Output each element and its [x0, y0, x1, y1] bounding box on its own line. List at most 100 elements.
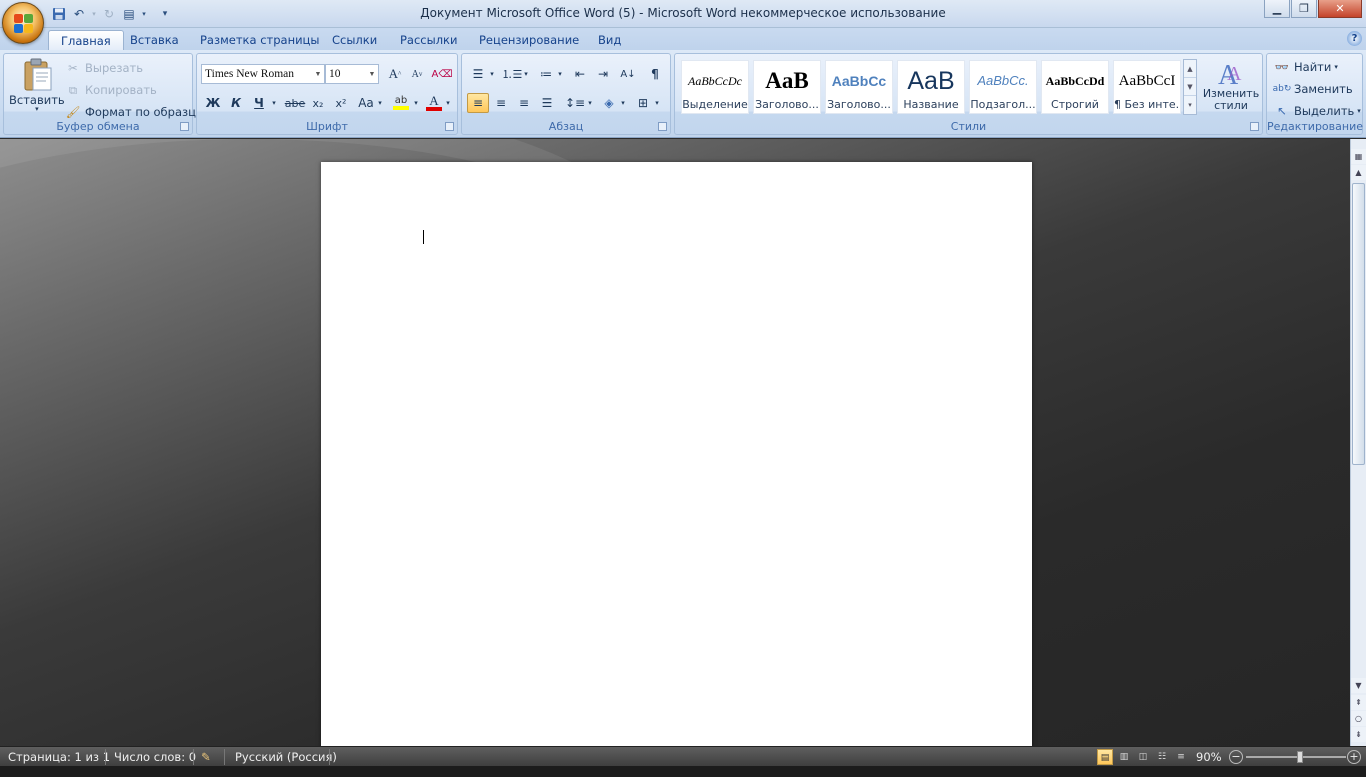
highlight-button[interactable]: ab [390, 93, 412, 113]
change-case-button[interactable]: Aa [355, 93, 377, 113]
decrease-indent-icon[interactable]: ⇤ [569, 64, 591, 84]
tab-home[interactable]: Главная [48, 30, 124, 50]
restore-icon[interactable]: ❐ [1291, 0, 1317, 18]
font-group: Times New Roman ▼ 10 ▼ A ^ Av A⌫ Ж К Ч ▾ … [196, 53, 458, 135]
word-count[interactable]: Число слов: 0 [114, 750, 196, 764]
zoom-slider[interactable] [1246, 751, 1346, 763]
underline-dropdown-icon[interactable]: ▾ [269, 93, 279, 113]
find-button[interactable]: 👓 Найти ▾ [1273, 58, 1338, 76]
browse-object-icon[interactable]: ○ [1351, 711, 1366, 726]
shading-icon[interactable]: ◈ [598, 93, 620, 113]
grow-font-button[interactable]: A ^ [384, 64, 406, 84]
numbering-icon[interactable]: ⒈☰ [501, 64, 523, 84]
style-title[interactable]: AaB Название [897, 60, 965, 114]
office-button[interactable] [2, 2, 44, 44]
style-emphasis[interactable]: AaBbCcDc Выделение [681, 60, 749, 114]
font-launcher-icon[interactable] [445, 122, 454, 131]
line-spacing-icon[interactable]: ↕≡ [564, 93, 586, 113]
paste-button[interactable]: Вставить ▾ [9, 58, 65, 113]
replace-button[interactable]: ab↻ Заменить [1273, 80, 1353, 98]
select-button[interactable]: ↖ Выделить ▾ [1273, 102, 1361, 120]
gallery-up-icon[interactable]: ▲ [1184, 60, 1196, 78]
close-icon[interactable]: ✕ [1318, 0, 1362, 18]
full-screen-reading-icon[interactable]: ▥ [1116, 749, 1132, 765]
clear-formatting-icon[interactable]: A⌫ [431, 64, 453, 84]
multilevel-dropdown-icon[interactable]: ▾ [555, 64, 565, 84]
multilevel-list-icon[interactable]: ≔ [535, 64, 557, 84]
zoom-in-icon[interactable]: + [1347, 750, 1361, 764]
tab-page-layout[interactable]: Разметка страницы [188, 30, 331, 50]
justify-icon[interactable]: ☰ [536, 93, 558, 113]
subscript-button[interactable]: x₂ [307, 93, 329, 113]
proofing-icon[interactable]: ✎ [201, 750, 211, 764]
copy-button[interactable]: ⧉ Копировать [64, 81, 157, 99]
styles-launcher-icon[interactable] [1250, 122, 1259, 131]
bold-button[interactable]: Ж [202, 93, 224, 113]
tab-insert[interactable]: Вставка [118, 30, 191, 50]
numbering-dropdown-icon[interactable]: ▾ [521, 64, 531, 84]
cut-button[interactable]: ✂ Вырезать [64, 59, 143, 77]
align-center-icon[interactable]: ≡ [490, 93, 512, 113]
font-color-button[interactable]: A [423, 93, 445, 113]
borders-dropdown-icon[interactable]: ▾ [652, 93, 662, 113]
print-layout-icon[interactable]: ▤ [1097, 749, 1113, 765]
zoom-out-icon[interactable]: − [1229, 750, 1243, 764]
align-right-icon[interactable]: ≡ [513, 93, 535, 113]
gallery-down-icon[interactable]: ▼ [1184, 78, 1196, 96]
document-page[interactable] [321, 162, 1032, 746]
shrink-font-button[interactable]: Av [406, 64, 428, 84]
sort-icon[interactable]: A↓ [617, 64, 639, 84]
scroll-down-icon[interactable]: ▼ [1351, 678, 1366, 693]
language-indicator[interactable]: Русский (Россия) [235, 750, 337, 764]
style-strong[interactable]: AaBbCcDd Строгий [1041, 60, 1109, 114]
font-size-combo[interactable]: 10 ▼ [325, 64, 379, 84]
bullets-dropdown-icon[interactable]: ▾ [487, 64, 497, 84]
underline-button[interactable]: Ч [248, 93, 270, 113]
draft-view-icon[interactable]: ≡ [1173, 749, 1189, 765]
strikethrough-button[interactable]: abe [284, 93, 306, 113]
style-no-spacing[interactable]: AaBbCcI ¶ Без инте... [1113, 60, 1181, 114]
increase-indent-icon[interactable]: ⇥ [592, 64, 614, 84]
scroll-thumb[interactable] [1352, 183, 1365, 465]
web-layout-icon[interactable]: ◫ [1135, 749, 1151, 765]
show-formatting-button[interactable]: ¶ [644, 64, 666, 84]
style-subtitle[interactable]: AaBbCc. Подзагол... [969, 60, 1037, 114]
highlight-dropdown-icon[interactable]: ▾ [411, 93, 421, 113]
tab-review[interactable]: Рецензирование [467, 30, 591, 50]
font-size-dropdown-icon[interactable]: ▼ [366, 65, 378, 83]
tab-references[interactable]: Ссылки [320, 30, 389, 50]
paragraph-launcher-icon[interactable] [658, 122, 667, 131]
shading-dropdown-icon[interactable]: ▾ [618, 93, 628, 113]
tab-mailings[interactable]: Рассылки [388, 30, 469, 50]
clipboard-launcher-icon[interactable] [180, 122, 189, 131]
style-heading1[interactable]: AaB Заголово... [753, 60, 821, 114]
tab-view[interactable]: Вид [586, 30, 633, 50]
style-heading2[interactable]: AaBbCc Заголово... [825, 60, 893, 114]
font-color-dropdown-icon[interactable]: ▾ [443, 93, 453, 113]
vertical-scrollbar[interactable]: ▦ ▲ ▼ ⇞ ○ ⇟ [1350, 139, 1366, 746]
outline-view-icon[interactable]: ☷ [1154, 749, 1170, 765]
bullets-icon[interactable]: ☰ [467, 64, 489, 84]
previous-page-icon[interactable]: ⇞ [1351, 695, 1366, 710]
binoculars-icon: 👓 [1274, 60, 1290, 74]
page-count[interactable]: Страница: 1 из 1 [8, 750, 110, 764]
zoom-level[interactable]: 90% [1196, 750, 1222, 764]
italic-button[interactable]: К [225, 93, 247, 113]
format-painter-button[interactable]: 🖌 Формат по образцу [64, 103, 203, 121]
ruler-toggle-icon[interactable]: ▦ [1351, 149, 1366, 164]
svg-text:A: A [1227, 63, 1242, 85]
align-left-icon[interactable]: ≡ [467, 93, 489, 113]
font-name-combo[interactable]: Times New Roman ▼ [201, 64, 325, 84]
change-styles-button[interactable]: AA Изменить стили [1203, 58, 1259, 112]
scroll-up-icon[interactable]: ▲ [1351, 165, 1366, 180]
font-name-dropdown-icon[interactable]: ▼ [312, 65, 324, 83]
superscript-button[interactable]: x² [330, 93, 352, 113]
zoom-slider-thumb[interactable] [1296, 751, 1303, 763]
line-spacing-dropdown-icon[interactable]: ▾ [585, 93, 595, 113]
minimize-icon[interactable]: ▁ [1264, 0, 1290, 18]
help-icon[interactable]: ? [1347, 31, 1362, 46]
next-page-icon[interactable]: ⇟ [1351, 727, 1366, 742]
borders-icon[interactable]: ⊞ [632, 93, 654, 113]
change-case-dropdown-icon[interactable]: ▾ [375, 93, 385, 113]
gallery-more-icon[interactable]: ▾ [1184, 96, 1196, 114]
